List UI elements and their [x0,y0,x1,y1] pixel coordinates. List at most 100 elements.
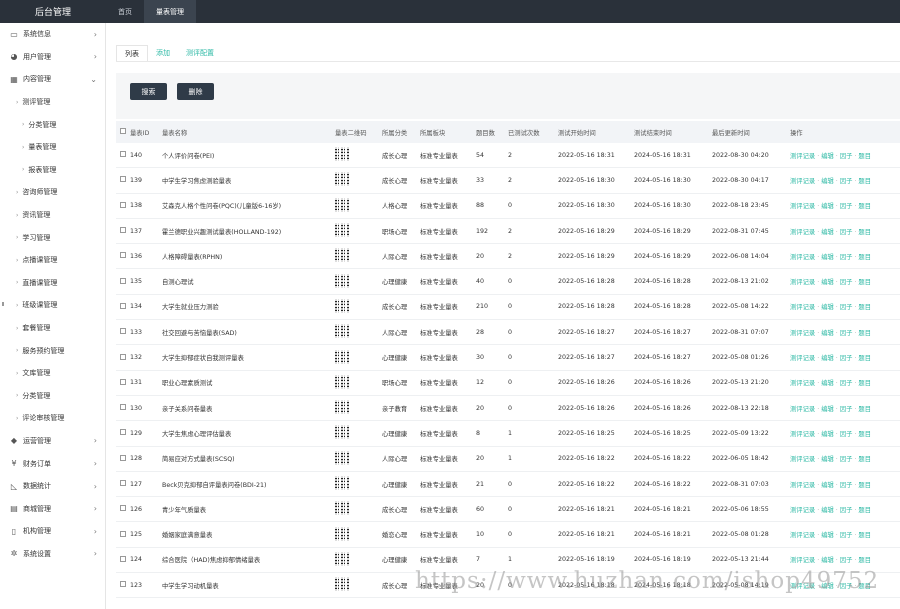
row-checkbox[interactable] [120,201,126,208]
row-checkbox[interactable] [120,353,126,360]
row-checkbox[interactable] [120,277,126,284]
qr-code-icon[interactable] [335,450,349,465]
row-checkbox-cell[interactable] [116,302,130,311]
action-link[interactable]: 因子 [840,355,853,362]
action-link[interactable]: 题目 [858,355,871,362]
action-link[interactable]: 因子 [840,254,853,261]
action-link[interactable]: 编辑 [821,380,834,387]
sidebar-item[interactable]: ▯ 机构管理 › [0,520,105,543]
action-link[interactable]: 因子 [840,330,853,337]
action-link[interactable]: 测评记录 [790,254,815,261]
row-checkbox-cell[interactable] [116,227,130,235]
sidebar-item[interactable]: › 服务预约管理 [0,339,105,362]
action-link[interactable]: 测评记录 [790,557,815,564]
row-checkbox-cell[interactable] [116,252,130,260]
sidebar-item[interactable]: ▦ 内容管理 ⌄ [0,68,105,91]
qr-code-icon[interactable] [335,273,349,288]
action-link[interactable]: 测评记录 [790,279,815,286]
action-link[interactable]: 编辑 [821,482,834,489]
action-link[interactable]: 因子 [840,178,853,185]
qr-code-icon[interactable] [335,197,349,212]
action-link[interactable]: 因子 [840,304,853,311]
action-link[interactable]: 题目 [858,532,871,539]
action-link[interactable]: 题目 [858,431,871,438]
qr-code-icon[interactable] [335,577,349,592]
row-checkbox-cell[interactable] [116,277,130,286]
qr-code-icon[interactable] [335,501,349,516]
action-link[interactable]: 编辑 [821,153,834,160]
action-link[interactable]: 测评记录 [790,507,815,514]
action-link[interactable]: 测评记录 [790,456,815,463]
qr-code-icon[interactable] [335,400,349,415]
tab-item[interactable]: 添加 [148,45,178,61]
action-link[interactable]: 编辑 [821,431,834,438]
sidebar-item[interactable]: › 班级课管理 [0,294,105,317]
row-checkbox[interactable] [120,530,126,537]
qr-code-icon[interactable] [335,147,349,162]
action-link[interactable]: 题目 [858,279,871,286]
action-link[interactable]: 测评记录 [790,330,815,337]
checkbox[interactable] [120,128,126,134]
tab-item[interactable]: 列表 [116,45,148,61]
action-link[interactable]: 测评记录 [790,153,815,160]
sidebar-item[interactable]: ◺ 数据统计 › [0,475,105,498]
action-link[interactable]: 测评记录 [790,203,815,210]
action-link[interactable]: 因子 [840,456,853,463]
row-checkbox-cell[interactable] [116,378,130,387]
action-link[interactable]: 编辑 [821,456,834,463]
action-link[interactable]: 题目 [858,178,871,185]
action-link[interactable]: 题目 [858,456,871,463]
action-link[interactable]: 编辑 [821,355,834,362]
action-link[interactable]: 题目 [858,229,871,236]
sidebar-item[interactable]: › 点播课管理 [0,249,105,272]
sidebar-item[interactable]: ◆ 运营管理 › [0,430,105,453]
row-checkbox-cell[interactable] [116,328,130,336]
qr-code-icon[interactable] [335,324,349,339]
row-checkbox-cell[interactable] [116,404,130,412]
action-link[interactable]: 因子 [840,380,853,387]
action-link[interactable]: 因子 [840,279,853,286]
row-checkbox-cell[interactable] [116,353,130,362]
row-checkbox[interactable] [120,302,126,309]
row-checkbox-cell[interactable] [116,530,130,539]
action-link[interactable]: 编辑 [821,507,834,514]
qr-code-icon[interactable] [335,526,349,541]
row-checkbox[interactable] [120,581,126,588]
sidebar-item[interactable]: › 咨询师管理 [0,181,105,204]
row-checkbox[interactable] [120,404,126,411]
qr-code-icon[interactable] [335,223,349,238]
row-checkbox-cell[interactable] [116,454,130,463]
action-link[interactable]: 测评记录 [790,406,815,413]
sidebar-item[interactable]: › 直播课管理 [0,272,105,295]
action-link[interactable]: 测评记录 [790,380,815,387]
sidebar-item[interactable]: › 评论审核管理 [0,407,105,430]
qr-code-icon[interactable] [335,349,349,364]
qr-code-icon[interactable] [335,476,349,490]
row-checkbox[interactable] [120,328,126,335]
action-link[interactable]: 测评记录 [790,229,815,236]
qr-code-icon[interactable] [335,172,349,187]
top-nav-item[interactable]: 首页 [106,0,144,23]
sidebar-item[interactable]: ▭ 系统信息 › [0,23,105,46]
action-link[interactable]: 题目 [858,330,871,337]
action-link[interactable]: 编辑 [821,532,834,539]
action-link[interactable]: 题目 [858,203,871,210]
tab-item[interactable]: 测评配置 [178,45,222,61]
search-button[interactable]: 搜索 [130,83,167,100]
sidebar-item[interactable]: › 资讯管理 [0,204,105,227]
top-nav-item[interactable]: 量表管理 [144,0,196,23]
qr-code-icon[interactable] [335,248,349,263]
action-link[interactable]: 因子 [840,507,853,514]
sidebar-item[interactable]: ◕ 用户管理 › [0,46,105,69]
sidebar-item[interactable]: › 分类管理 [0,113,105,136]
action-link[interactable]: 题目 [858,380,871,387]
action-link[interactable]: 测评记录 [790,431,815,438]
action-link[interactable]: 因子 [840,431,853,438]
action-link[interactable]: 编辑 [821,178,834,185]
action-link[interactable]: 因子 [840,482,853,489]
sidebar-item[interactable]: › 分类管理 [0,385,105,408]
row-checkbox[interactable] [120,429,126,436]
sidebar-item[interactable]: › 套餐管理 [0,317,105,340]
row-checkbox[interactable] [120,378,126,385]
sidebar-item[interactable]: › 文库管理 [0,362,105,385]
